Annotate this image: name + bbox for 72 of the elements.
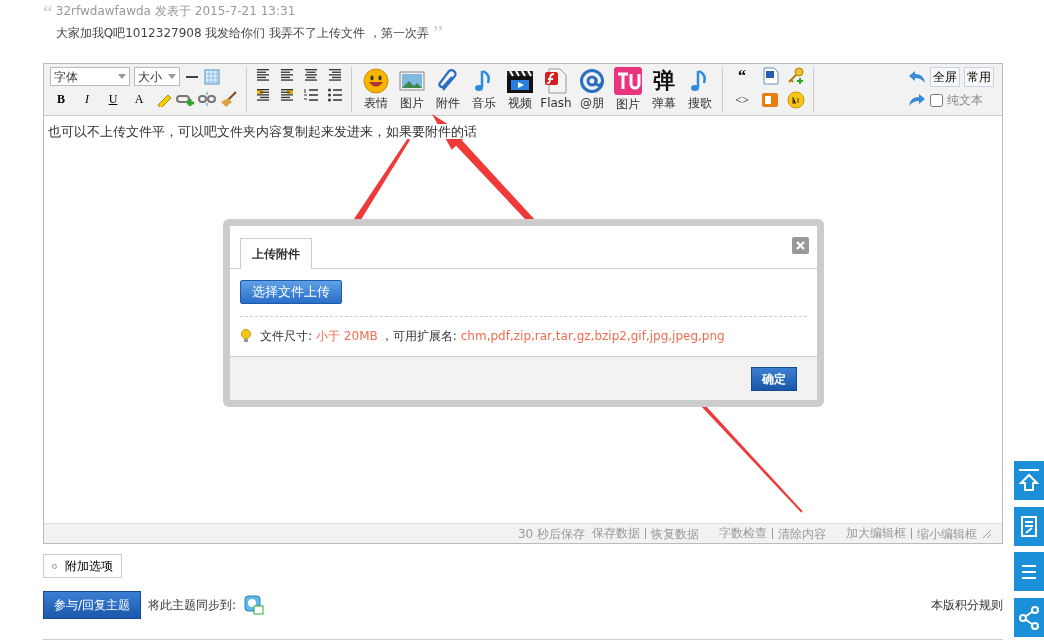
at-sign-icon	[579, 68, 605, 94]
dialog-tab[interactable]: 上传附件	[240, 238, 312, 269]
danmu-glyph: 弹	[653, 68, 675, 94]
float-right-icon[interactable]	[279, 87, 295, 103]
author-name: 32rfwdawfawda	[55, 3, 151, 20]
broom-icon[interactable]	[220, 91, 238, 107]
media-button[interactable]: 弹 弹幕	[646, 67, 682, 112]
caret-icon	[168, 74, 176, 79]
close-icon[interactable]	[792, 237, 809, 254]
smiley-icon	[363, 68, 389, 94]
sync-label: 将此主题同步到:	[148, 597, 237, 614]
common-button[interactable]: 常用	[964, 67, 994, 87]
size-limit: 小于 20MB	[316, 327, 378, 345]
bullet-list-icon[interactable]	[327, 87, 343, 103]
plain-text-checkbox[interactable]	[930, 93, 943, 107]
key-icon[interactable]	[787, 67, 805, 85]
frame-icon[interactable]	[761, 91, 779, 109]
select-field[interactable]: 大小	[134, 67, 180, 86]
info-label: 文件尺寸:	[260, 327, 313, 345]
align-icon[interactable]	[255, 67, 271, 83]
word-doc-icon[interactable]	[761, 67, 779, 85]
quote-text: 大家加我Q吧1012327908 我发给你们 我弄不了上传文件 ，第一次弄	[55, 25, 429, 42]
numbered-list-icon[interactable]	[303, 87, 319, 103]
sync-icon[interactable]	[244, 595, 265, 615]
caret-icon	[118, 74, 126, 79]
quote-mark: ”	[433, 22, 443, 44]
media-button[interactable]: 图片	[610, 67, 646, 112]
autosave-status: 30 秒后保存	[517, 525, 586, 543]
extra-options-button[interactable]: 附加选项	[43, 554, 122, 578]
align-icon[interactable]	[279, 67, 295, 83]
flash-file-icon	[544, 68, 568, 94]
photo-tile-icon	[614, 67, 642, 95]
post-time: 发表于 2015-7-21 13:31	[154, 3, 296, 20]
redo-icon[interactable]	[908, 93, 926, 107]
bullet-icon	[52, 563, 57, 569]
menu-button[interactable]	[1014, 552, 1044, 591]
fullscreen-button[interactable]: 全屏	[930, 67, 960, 87]
lightbulb-icon	[240, 328, 252, 343]
reply-button[interactable]: 参与/回复主题	[43, 591, 142, 619]
upload-button[interactable]: 选择文件上传	[240, 280, 342, 304]
undo-icon[interactable]	[908, 70, 926, 84]
select-field[interactable]: 字体	[50, 67, 130, 86]
media-button[interactable]: 音乐	[466, 67, 502, 112]
clapperboard-icon	[506, 68, 534, 94]
media-button[interactable]: Flash	[538, 67, 574, 112]
coin-icon[interactable]	[787, 91, 805, 109]
code-button[interactable]: <>	[731, 91, 753, 109]
media-button[interactable]: 表情	[358, 67, 394, 112]
resize-grip-icon[interactable]	[982, 528, 992, 539]
format-button[interactable]: I	[76, 90, 98, 108]
media-button[interactable]: 搜歌	[682, 67, 718, 112]
share-button[interactable]	[1014, 598, 1044, 637]
float-left-icon[interactable]	[255, 87, 271, 103]
quote-mark: “	[43, 2, 53, 27]
format-button[interactable]: A	[128, 91, 150, 107]
editor-text: 也可以不上传文件平，可以吧文件夹内容复制起来发进来，如果要附件的话	[48, 124, 477, 139]
confirm-button[interactable]: 确定	[751, 366, 797, 391]
align-icon[interactable]	[303, 67, 319, 83]
rules-link[interactable]: 本版积分规则	[931, 596, 1003, 614]
image-icon	[399, 68, 425, 94]
media-button[interactable]: 附件	[430, 67, 466, 112]
back-to-top-button[interactable]	[1014, 461, 1044, 500]
media-button[interactable]: @朋	[574, 67, 610, 112]
media-button[interactable]: 图片	[394, 67, 430, 112]
align-icon[interactable]	[327, 67, 343, 83]
format-button[interactable]: U	[102, 90, 124, 108]
unlink-icon[interactable]	[198, 91, 216, 107]
quote-button[interactable]: “	[731, 67, 753, 85]
info-label: ，可用扩展名:	[380, 327, 457, 345]
edit-note-button[interactable]	[1014, 507, 1044, 546]
format-button[interactable]: B	[50, 90, 72, 108]
media-button[interactable]: 视频	[502, 67, 538, 112]
